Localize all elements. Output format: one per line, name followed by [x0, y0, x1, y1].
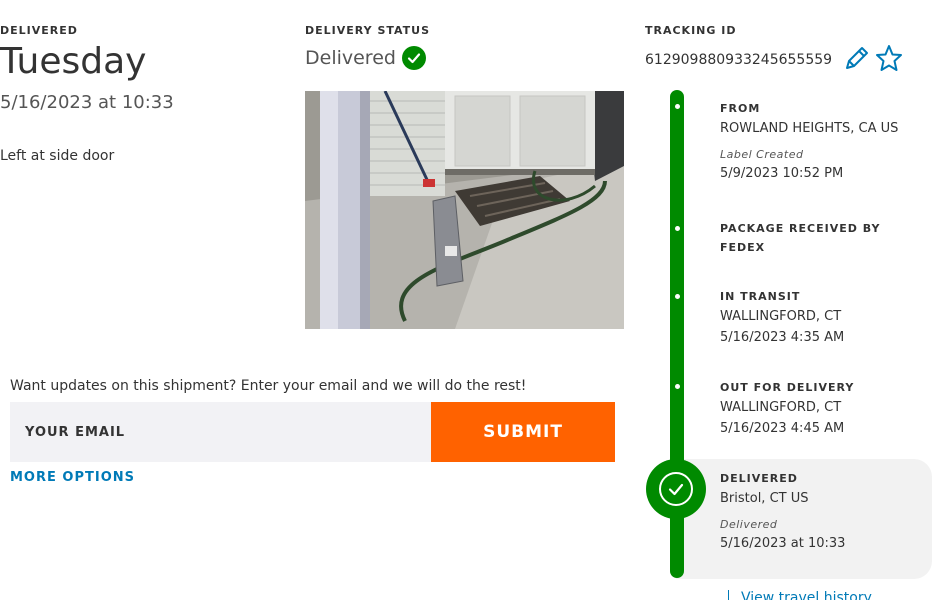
- event-location: WALLINGFORD, CT: [720, 400, 842, 415]
- more-options-link[interactable]: MORE OPTIONS: [10, 470, 135, 485]
- timeline-event-in-transit: IN TRANSIT WALLINGFORD, CT 5/16/2023 4:3…: [720, 287, 920, 348]
- delivered-label: DELIVERED: [0, 24, 78, 37]
- delivered-check-icon: [646, 459, 706, 519]
- event-location: WALLINGFORD, CT: [720, 309, 842, 324]
- star-icon[interactable]: [875, 44, 903, 76]
- event-title: PACKAGE RECEIVED BY FEDEX: [720, 222, 881, 254]
- submit-button[interactable]: SUBMIT: [431, 402, 615, 462]
- delivery-status-label: DELIVERY STATUS: [305, 24, 431, 37]
- event-time: 5/16/2023 at 10:33: [720, 536, 846, 551]
- email-input[interactable]: [10, 402, 431, 462]
- tracking-id-label: TRACKING ID: [645, 24, 737, 37]
- delivery-status-text: Delivered: [305, 47, 396, 69]
- timeline-dot: [675, 294, 680, 299]
- tracking-number: 612909880933245655559: [645, 52, 833, 68]
- proof-of-delivery-photo[interactable]: [305, 91, 624, 329]
- timeline-dot: [675, 104, 680, 109]
- event-sublabel: Label Created: [720, 148, 804, 161]
- event-title: FROM: [720, 102, 761, 115]
- timeline-event-delivered: DELIVERED Bristol, CT US Delivered 5/16/…: [720, 469, 920, 554]
- updates-prompt: Want updates on this shipment? Enter you…: [10, 378, 527, 394]
- event-title: IN TRANSIT: [720, 290, 801, 303]
- event-title: OUT FOR DELIVERY: [720, 381, 855, 394]
- timeline-event-from: FROM ROWLAND HEIGHTS, CA US Label Create…: [720, 99, 920, 184]
- timeline-dot: [675, 226, 680, 231]
- timeline-event-received: PACKAGE RECEIVED BY FEDEX: [720, 219, 890, 257]
- delivery-status: Delivered: [305, 46, 426, 70]
- shipment-tracking-page: DELIVERED Tuesday 5/16/2023 at 10:33 Lef…: [0, 0, 935, 600]
- timeline-event-out-for-delivery: OUT FOR DELIVERY WALLINGFORD, CT 5/16/20…: [720, 378, 920, 439]
- delivery-day: Tuesday: [0, 41, 147, 82]
- view-travel-history-link[interactable]: View travel history: [728, 590, 872, 600]
- pencil-icon[interactable]: [843, 44, 871, 76]
- event-time: 5/16/2023 4:35 AM: [720, 330, 845, 345]
- delivery-note: Left at side door: [0, 148, 115, 164]
- event-time: 5/16/2023 4:45 AM: [720, 421, 845, 436]
- check-circle-icon: [401, 46, 426, 70]
- delivery-datetime: 5/16/2023 at 10:33: [0, 92, 174, 113]
- event-time: 5/9/2023 10:52 PM: [720, 166, 844, 181]
- event-title: DELIVERED: [720, 472, 798, 485]
- event-sublabel: Delivered: [720, 518, 778, 531]
- event-location: Bristol, CT US: [720, 491, 809, 506]
- timeline-dot: [675, 384, 680, 389]
- event-location: ROWLAND HEIGHTS, CA US: [720, 121, 899, 136]
